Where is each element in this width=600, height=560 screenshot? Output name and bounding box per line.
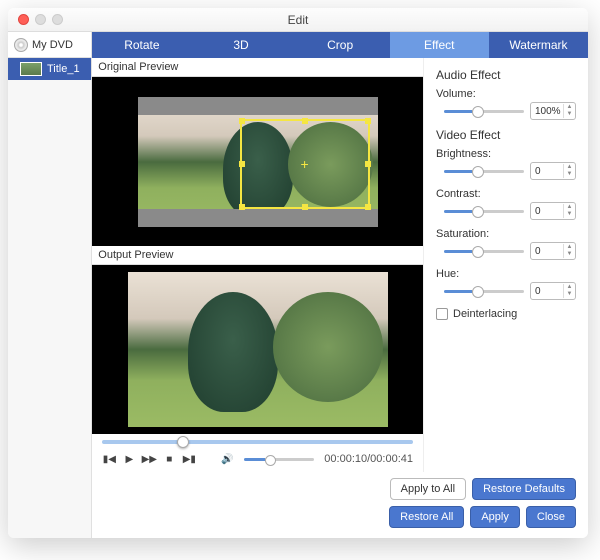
body: My DVD Title_1 Rotate 3D Crop Effect Wat… xyxy=(8,32,588,538)
letterbox-bottom xyxy=(138,209,378,227)
brightness-slider[interactable] xyxy=(444,170,524,173)
crop-handle-t[interactable] xyxy=(302,118,308,124)
hue-label: Hue: xyxy=(436,268,576,280)
video-effect-header: Video Effect xyxy=(436,128,576,142)
sidebar: My DVD Title_1 xyxy=(8,32,92,538)
seek-bar[interactable] xyxy=(102,440,413,444)
original-frame xyxy=(138,97,378,227)
tab-rotate[interactable]: Rotate xyxy=(92,32,191,58)
brightness-spinner[interactable]: 0▲▼ xyxy=(530,162,576,180)
transport-controls: ▮◀ ▶ ▶▶ ■ ▶▮ 🔊 00:00:10/00:00:41 xyxy=(92,434,423,472)
output-preview xyxy=(92,265,423,434)
restore-defaults-button[interactable]: Restore Defaults xyxy=(472,478,576,500)
crop-handle-bl[interactable] xyxy=(239,204,245,210)
deinterlacing-label: Deinterlacing xyxy=(453,308,517,320)
saturation-slider[interactable] xyxy=(444,250,524,253)
contrast-spinner[interactable]: 0▲▼ xyxy=(530,202,576,220)
hue-slider[interactable] xyxy=(444,290,524,293)
tab-watermark[interactable]: Watermark xyxy=(489,32,588,58)
restore-all-button[interactable]: Restore All xyxy=(389,506,464,528)
close-button[interactable]: Close xyxy=(526,506,576,528)
audio-effect-header: Audio Effect xyxy=(436,68,576,82)
playback-volume-slider[interactable] xyxy=(244,458,314,461)
footer: Apply to All Restore Defaults Restore Al… xyxy=(92,472,588,538)
seek-thumb[interactable] xyxy=(177,436,189,448)
crop-handle-tl[interactable] xyxy=(239,118,245,124)
deinterlacing-checkbox-row[interactable]: Deinterlacing xyxy=(436,308,576,320)
crop-selection[interactable] xyxy=(240,119,370,209)
brightness-label: Brightness: xyxy=(436,148,576,160)
time-display: 00:00:10/00:00:41 xyxy=(324,453,413,465)
volume-label: Volume: xyxy=(436,88,576,100)
tab-3d[interactable]: 3D xyxy=(191,32,290,58)
crop-handle-br[interactable] xyxy=(365,204,371,210)
title-thumbnail xyxy=(20,62,42,76)
tabs: Rotate 3D Crop Effect Watermark xyxy=(92,32,588,58)
sidebar-item-label: Title_1 xyxy=(47,63,80,75)
window-title: Edit xyxy=(8,13,588,27)
volume-spinner[interactable]: 100%▲▼ xyxy=(530,102,576,120)
output-frame xyxy=(128,272,388,427)
titlebar: Edit xyxy=(8,8,588,32)
volume-icon[interactable]: 🔊 xyxy=(220,452,234,466)
letterbox-top xyxy=(138,97,378,115)
saturation-spinner[interactable]: 0▲▼ xyxy=(530,242,576,260)
original-preview-label: Original Preview xyxy=(92,58,423,77)
crop-handle-b[interactable] xyxy=(302,204,308,210)
crop-handle-r[interactable] xyxy=(365,161,371,167)
output-preview-label: Output Preview xyxy=(92,246,423,265)
next-frame-button[interactable]: ▶▮ xyxy=(182,452,196,466)
crop-handle-tr[interactable] xyxy=(365,118,371,124)
hue-spinner[interactable]: 0▲▼ xyxy=(530,282,576,300)
prev-frame-button[interactable]: ▮◀ xyxy=(102,452,116,466)
deinterlacing-checkbox[interactable] xyxy=(436,308,448,320)
original-preview xyxy=(92,77,423,246)
preview-column: Original Preview xyxy=(92,58,423,472)
tab-crop[interactable]: Crop xyxy=(291,32,390,58)
volume-slider[interactable] xyxy=(444,110,524,113)
content: Original Preview xyxy=(92,58,588,472)
contrast-slider[interactable] xyxy=(444,210,524,213)
play-button[interactable]: ▶ xyxy=(122,452,136,466)
disc-icon xyxy=(14,38,28,52)
crop-handle-l[interactable] xyxy=(239,161,245,167)
saturation-label: Saturation: xyxy=(436,228,576,240)
main: Rotate 3D Crop Effect Watermark Original… xyxy=(92,32,588,538)
apply-to-all-button[interactable]: Apply to All xyxy=(390,478,466,500)
edit-window: Edit My DVD Title_1 Rotate 3D Crop Effec… xyxy=(8,8,588,538)
contrast-label: Contrast: xyxy=(436,188,576,200)
sidebar-item-title1[interactable]: Title_1 xyxy=(8,58,91,80)
stop-button[interactable]: ■ xyxy=(162,452,176,466)
apply-button[interactable]: Apply xyxy=(470,506,520,528)
tab-effect[interactable]: Effect xyxy=(390,32,489,58)
disc-label: My DVD xyxy=(32,39,73,51)
fast-forward-button[interactable]: ▶▶ xyxy=(142,452,156,466)
effects-panel: Audio Effect Volume: 100%▲▼ Video Effect… xyxy=(423,58,588,472)
sidebar-disc-header[interactable]: My DVD xyxy=(8,32,91,58)
